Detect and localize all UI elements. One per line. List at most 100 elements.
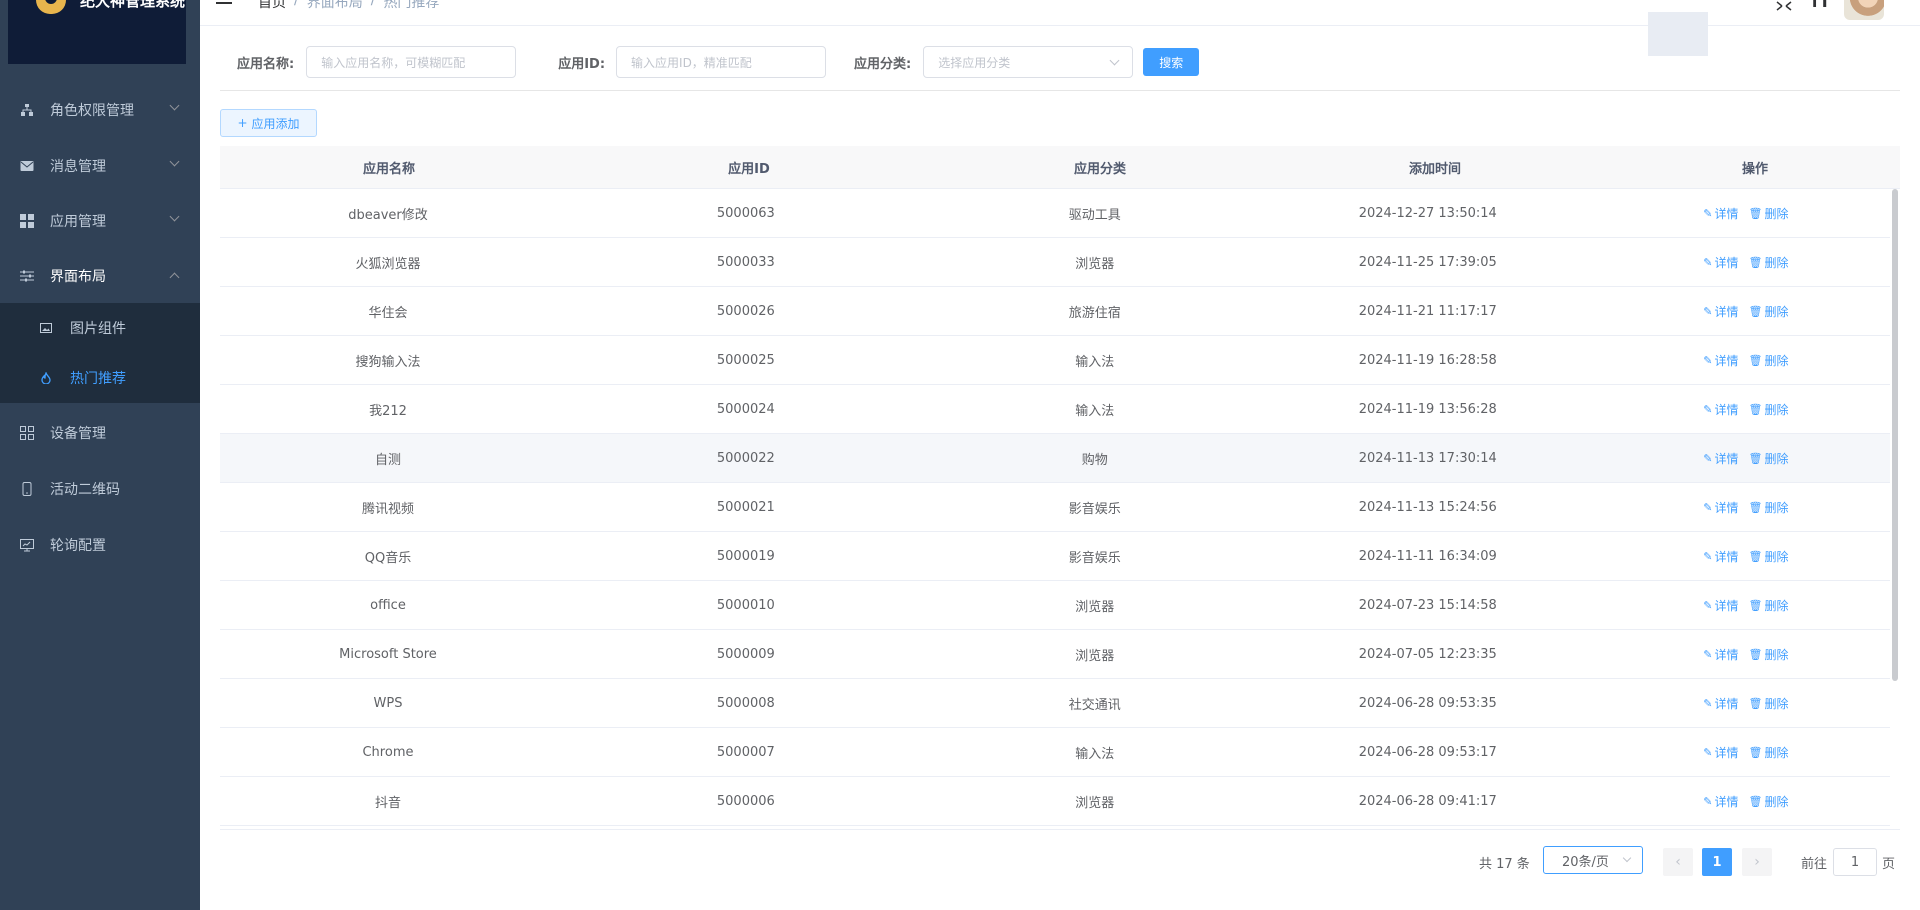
chevron-down-icon xyxy=(169,211,180,222)
delete-label: 删除 xyxy=(1764,206,1789,221)
cell-actions: ✎ 详情 🗑 删除 xyxy=(1602,287,1890,335)
pagination-total: 共 17 条 xyxy=(1479,856,1530,872)
table-row: 腾讯视频 5000021 影音娱乐 2024-11-13 15:24:56 ✎ 详情 🗑 删除 xyxy=(220,483,1890,532)
page-size-select[interactable]: 20条/页 xyxy=(1543,846,1643,874)
cell-app-name: Microsoft Store xyxy=(339,646,437,662)
delete-link[interactable]: 🗑 删除 xyxy=(1748,450,1788,467)
app-id-label: 应用ID: xyxy=(558,56,606,72)
submenu-layout: 图片组件 热门推荐 xyxy=(0,303,200,403)
app-name-label: 应用名称: xyxy=(237,56,295,72)
sidebar-item-messages[interactable]: 消息管理 xyxy=(0,138,200,194)
detail-label: 详情 xyxy=(1714,745,1739,760)
sidebar-item-activity-qrcode[interactable]: 活动二维码 xyxy=(0,461,200,517)
table-row: 搜狗输入法 5000025 输入法 2024-11-19 16:28:58 ✎ 详情 🗑 删除 xyxy=(220,336,1890,385)
table-row: dbeaver修改 5000063 驱动工具 2024-12-27 13:50:14 ✎… xyxy=(220,189,1890,238)
sidebar-subitem-label: 图片组件 xyxy=(70,321,126,337)
delete-label: 删除 xyxy=(1764,598,1789,613)
next-page-button[interactable]: › xyxy=(1742,848,1772,876)
avatar[interactable] xyxy=(1844,0,1884,20)
detail-link[interactable]: ✎ 详情 xyxy=(1703,695,1738,712)
detail-link[interactable]: ✎ 详情 xyxy=(1703,646,1738,663)
cell-app-id: 5000006 xyxy=(716,793,775,809)
grid-icon xyxy=(20,214,34,228)
edit-icon: ✎ xyxy=(1703,745,1713,759)
cell-app-category: 浏览器 xyxy=(1075,648,1115,664)
cell-app-category: 旅游住宿 xyxy=(1068,305,1121,321)
cell-actions: ✎ 详情 🗑 删除 xyxy=(1602,630,1890,678)
cell-app-category: 购物 xyxy=(1081,452,1108,468)
app-name-input[interactable]: 输入应用名称，可模糊匹配 xyxy=(306,46,517,78)
cell-app-name: 腾讯视频 xyxy=(361,501,414,517)
detail-link[interactable]: ✎ 详情 xyxy=(1703,499,1738,516)
sidebar-subitem-image-component[interactable]: 图片组件 xyxy=(0,303,200,353)
goto-page-input[interactable]: 1 xyxy=(1833,848,1877,876)
edit-icon: ✎ xyxy=(1703,353,1713,367)
sidebar-item-layout[interactable]: 界面布局 xyxy=(0,248,200,304)
delete-link[interactable]: 🗑 删除 xyxy=(1748,205,1788,222)
app-category-select[interactable]: 选择应用分类 xyxy=(923,46,1134,78)
sidebar-item-device-management[interactable]: 设备管理 xyxy=(0,405,200,461)
cell-actions: ✎ 详情 🗑 删除 xyxy=(1602,483,1890,531)
sidebar-item-polling-config[interactable]: 轮询配置 xyxy=(0,517,200,573)
detail-link[interactable]: ✎ 详情 xyxy=(1703,352,1738,369)
prev-page-button[interactable]: ‹ xyxy=(1663,848,1693,876)
envelope-icon xyxy=(20,159,34,173)
detail-link[interactable]: ✎ 详情 xyxy=(1703,254,1738,271)
cell-app-category: 影音娱乐 xyxy=(1068,501,1121,517)
sidebar-item-app-management[interactable]: 应用管理 xyxy=(0,193,200,249)
sidebar-item-label: 消息管理 xyxy=(50,159,106,175)
cell-actions: ✎ 详情 🗑 删除 xyxy=(1602,385,1890,433)
sidebar-subitem-hot-recommend[interactable]: 热门推荐 xyxy=(0,353,200,403)
column-header-name: 应用名称 xyxy=(362,161,415,177)
delete-link[interactable]: 🗑 删除 xyxy=(1748,793,1788,810)
detail-label: 详情 xyxy=(1714,696,1739,711)
delete-link[interactable]: 🗑 删除 xyxy=(1748,597,1788,614)
detail-link[interactable]: ✎ 详情 xyxy=(1703,793,1738,810)
page-number-button[interactable]: 1 xyxy=(1702,848,1732,876)
delete-link[interactable]: 🗑 删除 xyxy=(1748,352,1788,369)
cell-add-time: 2024-11-19 16:28:58 xyxy=(1358,352,1497,368)
detail-link[interactable]: ✎ 详情 xyxy=(1703,548,1738,565)
detail-link[interactable]: ✎ 详情 xyxy=(1703,450,1738,467)
detail-link[interactable]: ✎ 详情 xyxy=(1703,744,1738,761)
sidebar-item-label: 应用管理 xyxy=(50,214,106,230)
trash-icon: 🗑 xyxy=(1748,549,1763,563)
chevron-up-icon xyxy=(169,272,180,283)
search-button[interactable]: 搜索 xyxy=(1143,48,1200,76)
hamburger-icon[interactable] xyxy=(216,0,232,4)
detail-link[interactable]: ✎ 详情 xyxy=(1703,401,1738,418)
delete-link[interactable]: 🗑 删除 xyxy=(1748,548,1788,565)
sidebar-item-role-permission[interactable]: 角色权限管理 xyxy=(0,82,200,138)
detail-label: 详情 xyxy=(1714,402,1739,417)
detail-label: 详情 xyxy=(1714,500,1739,515)
delete-link[interactable]: 🗑 删除 xyxy=(1748,303,1788,320)
table-row: Chrome 5000007 输入法 2024-06-28 09:53:17 ✎ 详情 🗑 删… xyxy=(220,728,1890,777)
delete-link[interactable]: 🗑 删除 xyxy=(1748,695,1788,712)
app-id-input[interactable]: 输入应用ID，精准匹配 xyxy=(616,46,827,78)
detail-link[interactable]: ✎ 详情 xyxy=(1703,597,1738,614)
detail-label: 详情 xyxy=(1714,451,1739,466)
cell-add-time: 2024-06-28 09:53:35 xyxy=(1358,695,1497,711)
cell-app-name: Chrome xyxy=(362,744,414,760)
cell-app-name: dbeaver修改 xyxy=(348,207,428,223)
add-app-button[interactable]: + 应用添加 xyxy=(220,109,317,137)
delete-link[interactable]: 🗑 删除 xyxy=(1748,401,1788,418)
text-size-icon[interactable]: ᴛT xyxy=(1810,0,1830,11)
table-scrollbar[interactable] xyxy=(1892,189,1898,681)
delete-link[interactable]: 🗑 删除 xyxy=(1748,499,1788,516)
table-row: 火狐浏览器 5000033 浏览器 2024-11-25 17:39:05 ✎ 详情 🗑 删除 xyxy=(220,238,1890,287)
fullscreen-icon[interactable] xyxy=(1776,0,1792,11)
table-row: WPS 5000008 社交通讯 2024-06-28 09:53:35 ✎ 详情 🗑 删除 xyxy=(220,679,1890,728)
cell-actions: ✎ 详情 🗑 删除 xyxy=(1602,532,1890,580)
detail-label: 详情 xyxy=(1714,255,1739,270)
delete-link[interactable]: 🗑 删除 xyxy=(1748,646,1788,663)
delete-link[interactable]: 🗑 删除 xyxy=(1748,254,1788,271)
sidebar: 纪大神管理系统 角色权限管理 消息管理 应用管理 界面布局 图片组件 热门推荐 … xyxy=(0,0,200,910)
app-title: 纪大神管理系统 xyxy=(80,0,186,10)
delete-label: 删除 xyxy=(1764,647,1789,662)
detail-link[interactable]: ✎ 详情 xyxy=(1703,205,1738,222)
delete-link[interactable]: 🗑 删除 xyxy=(1748,744,1788,761)
breadcrumb-home[interactable]: 首页 xyxy=(258,0,286,12)
detail-link[interactable]: ✎ 详情 xyxy=(1703,303,1738,320)
sliders-icon xyxy=(20,269,34,283)
